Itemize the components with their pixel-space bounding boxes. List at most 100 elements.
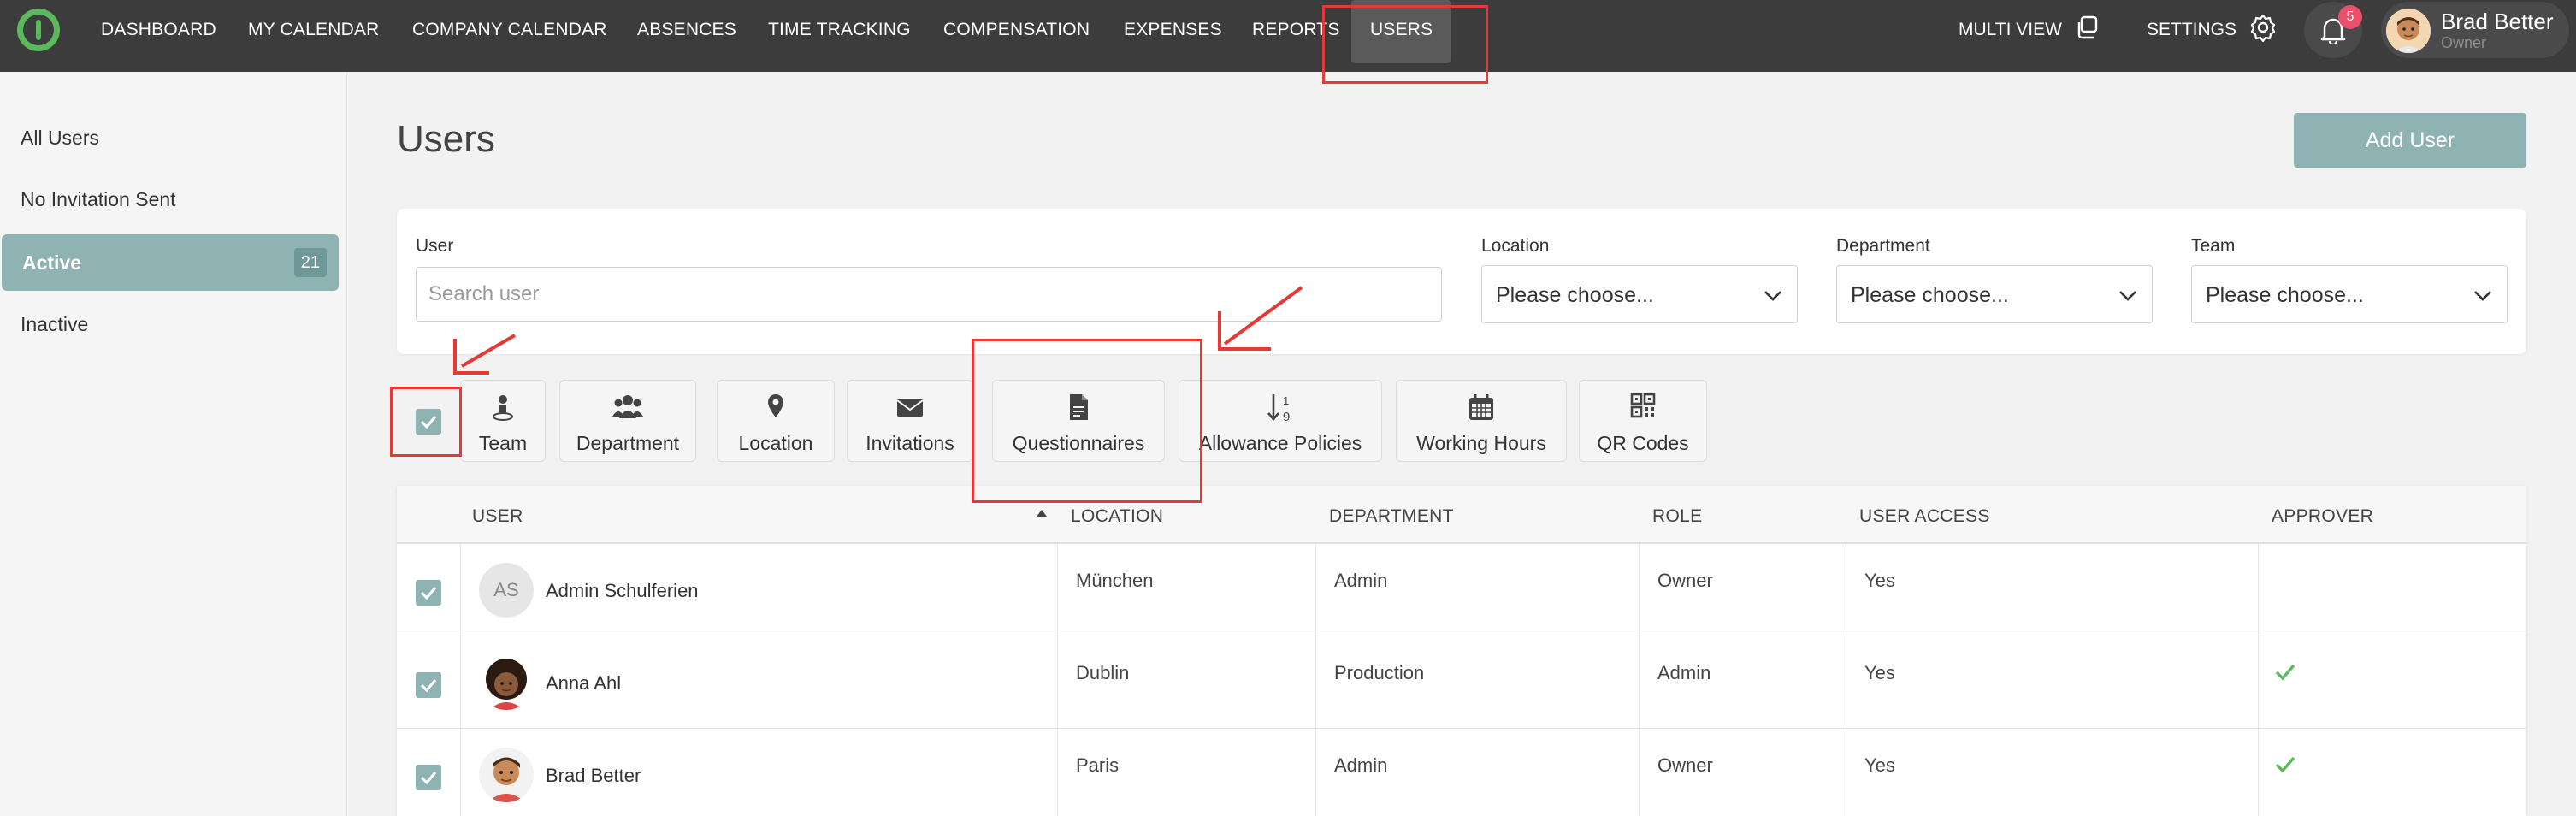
approver-check-icon	[2275, 664, 2295, 685]
nav-absences[interactable]: ABSENCES	[637, 0, 736, 60]
user-name: Brad Better	[2441, 9, 2554, 34]
user-name[interactable]: Admin Schulferien	[546, 580, 699, 602]
avatar	[479, 655, 534, 710]
location-filter-label: Location	[1481, 236, 1550, 256]
tool-label: Team	[478, 432, 528, 454]
team-select-value: Please choose...	[2206, 283, 2364, 307]
settings-button[interactable]: SETTINGS	[2147, 0, 2278, 60]
column-header-department[interactable]: DEPARTMENT	[1329, 506, 1454, 527]
sidebar-item-no-invitation-sent[interactable]: No Invitation Sent	[0, 171, 337, 228]
chevron-down-icon	[2118, 285, 2138, 310]
qr-codes-action-button[interactable]: QR Codes	[1579, 380, 1707, 462]
location-select[interactable]: Please choose...	[1481, 265, 1798, 323]
row-checkbox[interactable]	[416, 765, 441, 790]
notification-count-badge: 5	[2338, 5, 2362, 29]
nav-expenses[interactable]: EXPENSES	[1124, 0, 1222, 60]
envelope-icon	[848, 393, 972, 422]
column-header-user-access[interactable]: USER ACCESS	[1859, 506, 1990, 527]
invitations-action-button[interactable]: Invitations	[847, 380, 973, 462]
app-logo[interactable]	[17, 9, 60, 51]
chevron-down-icon	[1763, 285, 1783, 310]
table-header: USER LOCATION DEPARTMENT ROLE USER ACCES…	[397, 486, 2526, 544]
checkmark-icon	[420, 587, 437, 600]
location-action-button[interactable]: Location	[717, 380, 835, 462]
tool-label: Department	[576, 432, 680, 454]
annotation-highlight-questionnaires	[972, 339, 1202, 503]
tool-label: Invitations	[866, 432, 954, 454]
annotation-highlight-users-tab	[1322, 5, 1488, 84]
multi-view-button[interactable]: MULTI VIEW	[1959, 0, 2100, 60]
role-cell: Admin	[1657, 662, 1711, 683]
notifications-button[interactable]: 5	[2304, 2, 2362, 58]
table-row[interactable]: Brad Better Paris Admin Owner Yes	[397, 729, 2526, 816]
table-row[interactable]: AS Admin Schulferien München Admin Owner…	[397, 544, 2526, 636]
settings-label: SETTINGS	[2147, 20, 2237, 39]
sidebar-item-all-users[interactable]: All Users	[0, 109, 337, 166]
role-cell: Owner	[1657, 754, 1713, 776]
svg-text:9: 9	[1283, 410, 1290, 424]
working-hours-action-button[interactable]: Working Hours	[1396, 380, 1567, 462]
add-user-button[interactable]: Add User	[2294, 113, 2526, 168]
user-name[interactable]: Anna Ahl	[546, 672, 621, 695]
location-cell: Dublin	[1076, 662, 1130, 683]
column-header-approver[interactable]: APPROVER	[2272, 506, 2373, 527]
table-row[interactable]: Anna Ahl Dublin Production Admin Yes	[397, 636, 2526, 729]
nav-my-calendar[interactable]: MY CALENDAR	[248, 0, 380, 60]
avatar	[2386, 9, 2431, 53]
row-checkbox[interactable]	[416, 672, 441, 698]
user-role: Owner	[2441, 34, 2487, 51]
team-action-button[interactable]: Team	[460, 380, 546, 462]
sidebar: All Users No Invitation Sent Active 21 I…	[0, 72, 347, 816]
department-filter-label: Department	[1836, 236, 1930, 256]
chevron-down-icon	[2473, 285, 2493, 310]
user-access-cell: Yes	[1864, 662, 1895, 683]
search-input[interactable]	[416, 267, 1442, 322]
nav-compensation[interactable]: COMPENSATION	[943, 0, 1090, 60]
role-cell: Owner	[1657, 570, 1713, 591]
sort-ascending-icon[interactable]	[1037, 510, 1047, 517]
sidebar-item-active[interactable]: Active 21	[2, 234, 339, 291]
sidebar-item-label: Active	[22, 251, 82, 274]
checkmark-icon	[420, 679, 437, 693]
sort-numeric-icon: 19	[1179, 393, 1381, 424]
department-cell: Admin	[1334, 754, 1388, 776]
location-select-value: Please choose...	[1496, 283, 1654, 307]
allowance-policies-action-button[interactable]: 19 Allowance Policies	[1179, 380, 1382, 462]
users-table: USER LOCATION DEPARTMENT ROLE USER ACCES…	[397, 486, 2526, 816]
user-filter-label: User	[416, 236, 454, 256]
user-menu[interactable]: Brad Better Owner	[2381, 2, 2569, 58]
person-icon	[461, 393, 545, 422]
user-access-cell: Yes	[1864, 754, 1895, 776]
department-cell: Admin	[1334, 570, 1388, 591]
map-pin-icon	[718, 393, 834, 422]
checkmark-icon	[420, 772, 437, 785]
nav-time-tracking[interactable]: TIME TRACKING	[768, 0, 911, 60]
calendar-icon	[1397, 393, 1566, 422]
column-header-location[interactable]: LOCATION	[1071, 506, 1163, 527]
column-header-user[interactable]: USER	[472, 506, 523, 527]
sidebar-item-label: All Users	[21, 127, 100, 149]
gear-icon	[2248, 13, 2278, 47]
annotation-highlight-select-all	[390, 387, 462, 457]
row-checkbox[interactable]	[416, 580, 441, 606]
svg-text:1: 1	[1283, 394, 1289, 407]
department-action-button[interactable]: Department	[559, 380, 696, 462]
nav-dashboard[interactable]: DASHBOARD	[101, 0, 216, 60]
department-select-value: Please choose...	[1851, 283, 2009, 307]
tool-label: Working Hours	[1416, 432, 1546, 454]
column-header-role[interactable]: ROLE	[1652, 506, 1702, 527]
approver-check-icon	[2275, 756, 2295, 778]
location-cell: München	[1076, 570, 1154, 591]
sidebar-item-inactive[interactable]: Inactive	[0, 296, 337, 352]
avatar: AS	[479, 563, 534, 618]
department-select[interactable]: Please choose...	[1836, 265, 2153, 323]
team-filter-label: Team	[2191, 236, 2236, 256]
group-icon	[560, 393, 695, 422]
team-select[interactable]: Please choose...	[2191, 265, 2508, 323]
active-count-badge: 21	[293, 248, 327, 277]
user-name[interactable]: Brad Better	[546, 765, 641, 787]
qr-code-icon	[1580, 393, 1706, 422]
nav-company-calendar[interactable]: COMPANY CALENDAR	[412, 0, 607, 60]
department-cell: Production	[1334, 662, 1425, 683]
sidebar-item-label: No Invitation Sent	[21, 188, 176, 210]
